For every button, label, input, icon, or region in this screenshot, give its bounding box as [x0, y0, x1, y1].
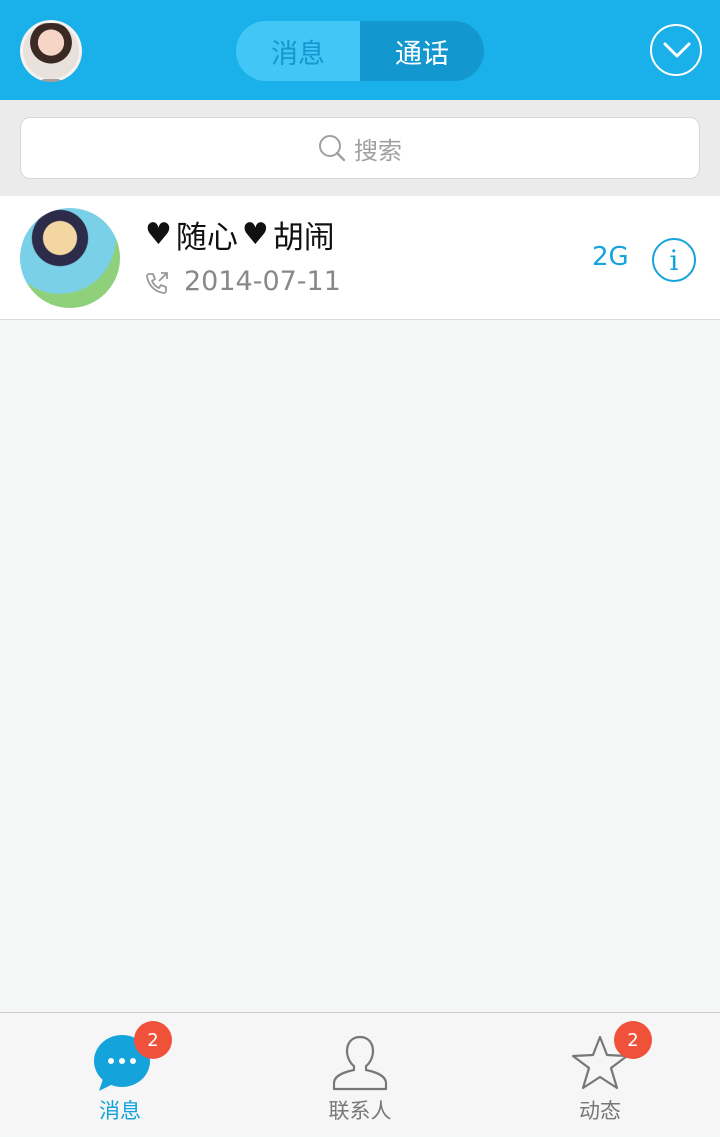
top-header: 消息 通话: [0, 0, 720, 100]
user-avatar[interactable]: [20, 20, 82, 82]
tabbar-label: 消息: [99, 1099, 141, 1123]
search-input[interactable]: 搜索: [20, 117, 700, 179]
tabbar-item-messages[interactable]: 2 消息: [0, 1013, 240, 1137]
menu-dropdown-button[interactable]: [650, 24, 702, 76]
unread-badge: 2: [134, 1021, 172, 1059]
info-button[interactable]: i: [652, 238, 696, 282]
moments-badge: 2: [614, 1021, 652, 1059]
tab-messages[interactable]: 消息: [236, 21, 360, 81]
tabbar-item-moments[interactable]: 2 动态: [480, 1013, 720, 1137]
contact-name-part1: 随心: [175, 220, 238, 256]
chevron-down-icon: [663, 42, 691, 58]
info-icon: i: [669, 243, 679, 277]
search-area: 搜索: [0, 100, 720, 196]
heart-icon: ♥: [241, 217, 269, 252]
search-placeholder: 搜索: [354, 136, 402, 165]
contact-name-part2: 胡闹: [272, 220, 335, 256]
bottom-tab-bar: 2 消息 联系人 2 动态: [0, 1012, 720, 1136]
heart-icon: ♥: [145, 217, 172, 252]
message-call-toggle: 消息 通话: [236, 21, 484, 81]
search-icon: [319, 135, 346, 162]
network-type: 2G: [592, 242, 629, 272]
call-list-item[interactable]: ♥ 随心 ♥ 胡闹 2014-07-11 2G: [0, 196, 720, 320]
contact-name: ♥ 随心 ♥ 胡闹: [145, 212, 335, 257]
contact-avatar[interactable]: [20, 208, 120, 308]
tabbar-label: 动态: [579, 1099, 621, 1123]
tabbar-label: 联系人: [328, 1099, 392, 1123]
call-date: 2014-07-11: [184, 266, 341, 297]
tab-calls[interactable]: 通话: [360, 21, 484, 81]
outgoing-call-icon: [146, 272, 168, 294]
contact-person-icon: [332, 1035, 388, 1091]
tabbar-item-contacts[interactable]: 联系人: [240, 1013, 480, 1137]
